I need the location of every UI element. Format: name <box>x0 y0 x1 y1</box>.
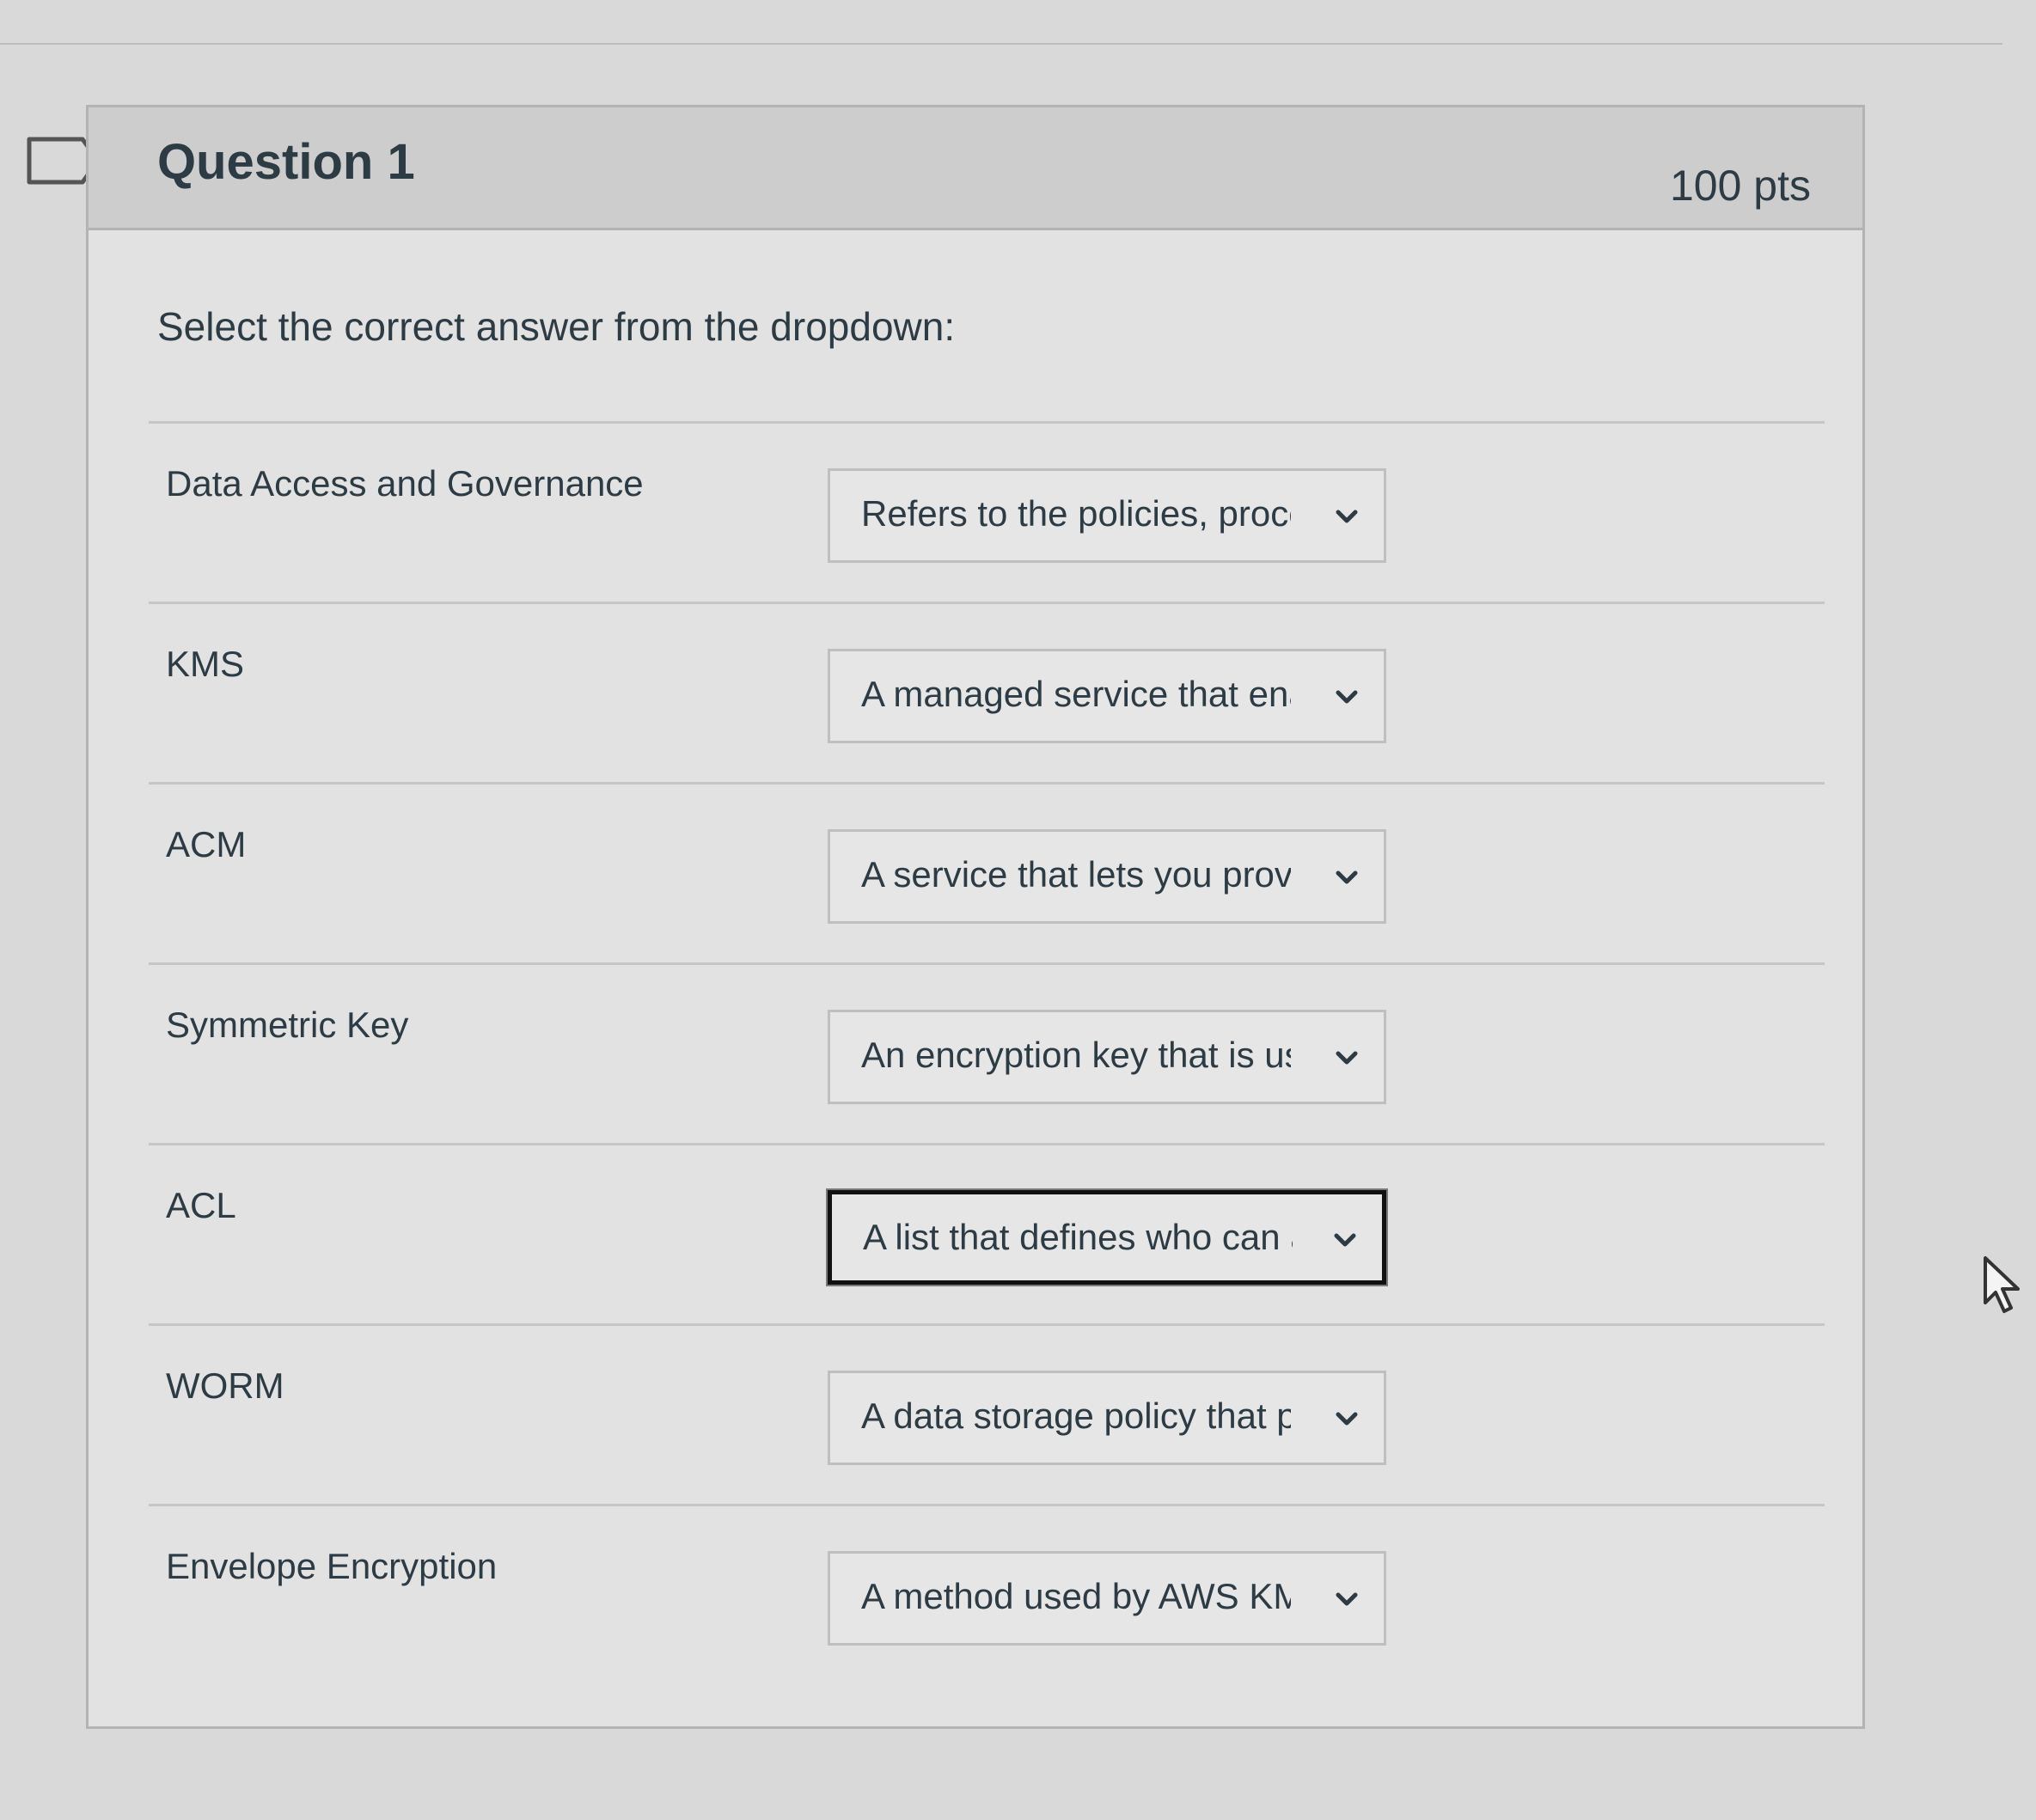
answer-dropdown[interactable]: A managed service that enables <box>828 649 1386 743</box>
chevron-down-icon <box>1336 690 1358 704</box>
matching-row: KMS A managed service that enables <box>149 602 1825 782</box>
question-points: 100 pts <box>1669 162 1811 210</box>
question-prompt: Select the correct answer from the dropd… <box>157 304 956 349</box>
question-title: Question 1 <box>157 134 415 190</box>
term-label: Data Access and Governance <box>166 463 644 504</box>
question-card: Question 1 100 pts Select the correct an… <box>86 105 1865 1729</box>
matching-row: Symmetric Key An encryption key that is … <box>149 962 1825 1143</box>
matching-row: Data Access and Governance Refers to the… <box>149 421 1825 602</box>
term-label: WORM <box>166 1365 284 1406</box>
dropdown-selected-value: A data storage policy that prevents <box>861 1396 1291 1436</box>
dropdown-selected-value: Refers to the policies, procedures <box>861 493 1291 534</box>
mouse-pointer-icon <box>1984 1256 2020 1313</box>
term-label: ACM <box>166 824 247 864</box>
matching-row: ACL A list that defines who can access <box>149 1143 1825 1323</box>
dropdown-selected-value: A managed service that enables <box>861 674 1291 714</box>
chevron-down-icon <box>1336 510 1358 523</box>
term-label: Symmetric Key <box>166 1005 409 1045</box>
chevron-down-icon <box>1336 1592 1358 1606</box>
dropdown-selected-value: A service that lets you provision <box>861 854 1291 895</box>
dropdown-selected-value: An encryption key that is used <box>861 1035 1291 1075</box>
matching-row: Envelope Encryption A method used by AWS… <box>149 1504 1825 1684</box>
answer-dropdown[interactable]: A data storage policy that prevents <box>828 1371 1386 1465</box>
answer-dropdown[interactable]: Refers to the policies, procedures <box>828 468 1386 563</box>
question-header: Question 1 100 pts <box>89 107 1862 230</box>
matching-row: ACM A service that lets you provision <box>149 782 1825 962</box>
term-label: Envelope Encryption <box>166 1546 498 1586</box>
dropdown-selected-value: A method used by AWS KMS <box>861 1576 1291 1616</box>
answer-dropdown[interactable]: A service that lets you provision <box>828 829 1386 924</box>
top-divider <box>0 43 2002 45</box>
answer-dropdown[interactable]: An encryption key that is used <box>828 1010 1386 1104</box>
chevron-down-icon <box>1336 1412 1358 1426</box>
answer-dropdown-focused[interactable]: A list that defines who can access <box>828 1190 1386 1285</box>
chevron-down-icon <box>1334 1233 1356 1247</box>
chevron-down-icon <box>1336 870 1358 884</box>
chevron-down-icon <box>1336 1051 1358 1065</box>
matching-row: WORM A data storage policy that prevents <box>149 1323 1825 1504</box>
answer-dropdown[interactable]: A method used by AWS KMS <box>828 1551 1386 1646</box>
term-label: ACL <box>166 1185 236 1225</box>
matching-rows: Data Access and Governance Refers to the… <box>149 421 1825 1684</box>
term-label: KMS <box>166 644 245 684</box>
dropdown-selected-value: A list that defines who can access <box>863 1217 1293 1257</box>
